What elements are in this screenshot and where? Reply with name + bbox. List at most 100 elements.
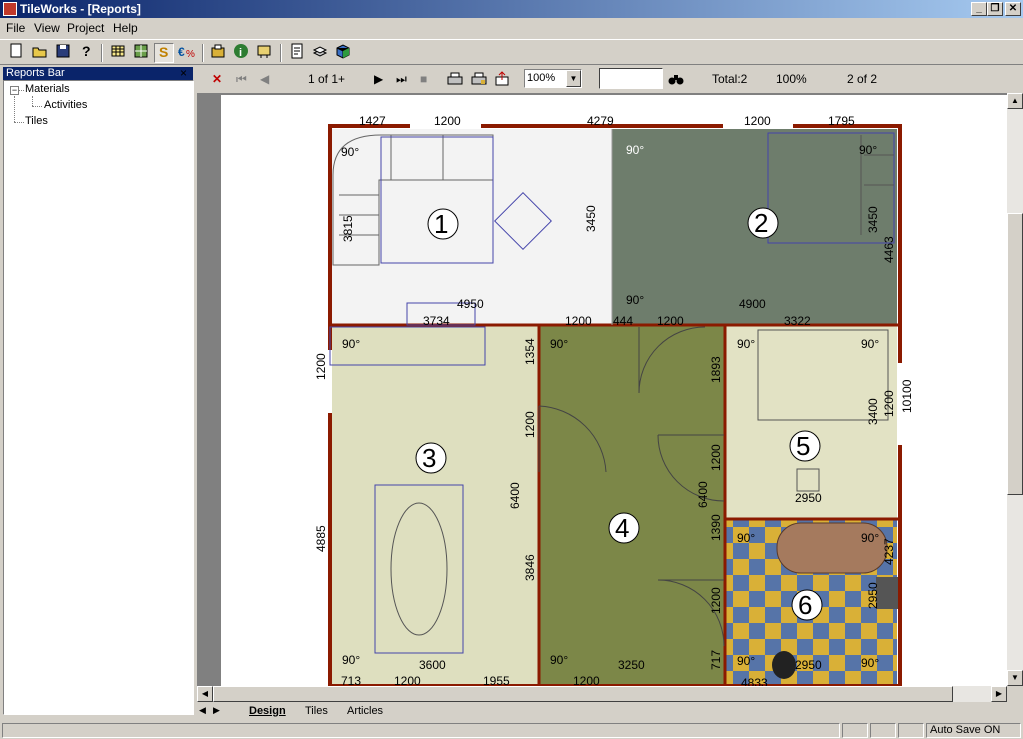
grid-icon[interactable]: [108, 43, 128, 63]
binoculars-icon[interactable]: [668, 69, 684, 89]
svg-text:90°: 90°: [861, 337, 879, 351]
reports-bar-close-icon[interactable]: ×: [180, 66, 187, 80]
box-icon[interactable]: [333, 43, 353, 63]
horizontal-scroll-thumb[interactable]: [213, 686, 953, 702]
close-button[interactable]: ✕: [1005, 2, 1021, 16]
tab-articles[interactable]: Articles: [347, 705, 383, 717]
report-viewport[interactable]: 1 2 3 4 5 6 1427 1200 4279 1200 1795 90°…: [197, 93, 1007, 690]
print-icon[interactable]: [447, 69, 463, 89]
svg-text:90°: 90°: [737, 654, 755, 668]
svg-text:2950: 2950: [866, 582, 880, 609]
print-setup-icon[interactable]: [471, 69, 487, 89]
prev-page-icon[interactable]: ◀: [260, 69, 269, 89]
svg-text:3815: 3815: [341, 215, 355, 242]
find-input[interactable]: [599, 68, 663, 89]
scroll-left-icon[interactable]: ◀: [197, 686, 213, 702]
svg-text:1200: 1200: [573, 674, 600, 686]
svg-text:90°: 90°: [626, 143, 644, 157]
floor-plan: 1 2 3 4 5 6 1427 1200 4279 1200 1795 90°…: [314, 114, 914, 690]
menu-project[interactable]: Project: [67, 21, 104, 35]
export-icon[interactable]: [494, 69, 510, 89]
tab-design[interactable]: Design: [249, 705, 286, 717]
svg-text:90°: 90°: [342, 653, 360, 667]
svg-text:3600: 3600: [419, 658, 446, 672]
horizontal-scrollbar[interactable]: ◀ ▶: [197, 686, 1007, 702]
restore-button[interactable]: ❐: [987, 2, 1003, 16]
svg-text:90°: 90°: [859, 143, 877, 157]
scroll-up-icon[interactable]: ▲: [1007, 93, 1023, 109]
page-indicator: 1 of 1+: [308, 72, 346, 86]
status-panel-3: [870, 723, 896, 738]
menu-view[interactable]: View: [34, 21, 60, 35]
autosave-status: Auto Save ON: [926, 723, 1021, 738]
svg-text:S: S: [159, 44, 168, 60]
tab-prev-icon[interactable]: ◀: [199, 705, 206, 716]
svg-text:444: 444: [613, 314, 633, 328]
svg-text:3400: 3400: [866, 398, 880, 425]
tools-icon[interactable]: [254, 43, 274, 63]
settings-icon[interactable]: [208, 43, 228, 63]
room-1-number: 1: [434, 209, 448, 239]
svg-text:90°: 90°: [342, 337, 360, 351]
tree-collapse-icon[interactable]: −: [10, 86, 19, 95]
svg-text:3450: 3450: [584, 205, 598, 232]
svg-text:90°: 90°: [550, 337, 568, 351]
last-page-icon[interactable]: ⏭: [396, 69, 407, 89]
tree-item-activities[interactable]: Activities: [44, 99, 87, 111]
svg-text:1955: 1955: [483, 674, 510, 686]
svg-text:3322: 3322: [784, 314, 811, 328]
svg-text:2950: 2950: [795, 658, 822, 672]
zoom-select[interactable]: 100% ▼: [524, 69, 582, 88]
svg-text:90°: 90°: [737, 531, 755, 545]
menu-help[interactable]: Help: [113, 21, 138, 35]
stack-icon[interactable]: [310, 43, 330, 63]
svg-text:1200: 1200: [523, 411, 537, 438]
scroll-right-icon[interactable]: ▶: [991, 686, 1007, 702]
info-icon[interactable]: i: [231, 43, 251, 63]
svg-text:90°: 90°: [550, 653, 568, 667]
total-label: Total:2: [712, 72, 748, 86]
svg-text:90°: 90°: [341, 145, 359, 159]
open-icon[interactable]: [30, 43, 50, 63]
svg-text:1200: 1200: [744, 114, 771, 128]
svg-text:1893: 1893: [709, 356, 723, 383]
svg-text:%: %: [186, 49, 195, 59]
tab-next-icon[interactable]: ▶: [213, 705, 220, 716]
first-page-icon[interactable]: ⏮: [236, 69, 247, 89]
svg-text:90°: 90°: [861, 656, 879, 670]
stop-icon[interactable]: ■: [420, 69, 427, 89]
room-5-number: 5: [796, 431, 810, 461]
svg-text:1200: 1200: [709, 587, 723, 614]
tab-tiles[interactable]: Tiles: [305, 705, 328, 717]
minimize-button[interactable]: _: [971, 2, 987, 16]
svg-text:i: i: [239, 47, 242, 59]
tree-item-materials[interactable]: Materials: [25, 83, 70, 95]
tile-icon[interactable]: [131, 43, 151, 63]
svg-text:4900: 4900: [739, 297, 766, 311]
main-toolbar: ? S €% i: [0, 39, 1023, 65]
svg-text:713: 713: [341, 674, 361, 686]
svg-text:6400: 6400: [508, 482, 522, 509]
scroll-down-icon[interactable]: ▼: [1007, 670, 1023, 686]
report-icon[interactable]: [287, 43, 307, 63]
help-icon[interactable]: ?: [76, 43, 96, 63]
app-icon: [3, 2, 17, 16]
svg-text:717: 717: [709, 650, 723, 670]
next-page-icon[interactable]: ▶: [374, 69, 383, 89]
tree-item-tiles[interactable]: Tiles: [25, 115, 48, 127]
reports-bar-title: Reports Bar: [3, 67, 193, 80]
materials-icon[interactable]: S: [154, 43, 174, 63]
status-panel-4: [898, 723, 924, 738]
menu-file[interactable]: File: [6, 21, 25, 35]
svg-text:4833: 4833: [741, 676, 768, 686]
svg-text:1354: 1354: [523, 338, 537, 365]
chevron-down-icon[interactable]: ▼: [566, 70, 581, 87]
svg-text:1200: 1200: [882, 390, 896, 417]
cancel-icon[interactable]: ✕: [212, 69, 222, 89]
vertical-scrollbar[interactable]: ▲ ▼: [1007, 93, 1023, 686]
new-icon[interactable]: [6, 43, 26, 63]
svg-text:1795: 1795: [828, 114, 855, 128]
vertical-scroll-thumb[interactable]: [1007, 213, 1023, 495]
currency-icon[interactable]: €%: [177, 43, 197, 63]
save-icon[interactable]: [53, 43, 73, 63]
